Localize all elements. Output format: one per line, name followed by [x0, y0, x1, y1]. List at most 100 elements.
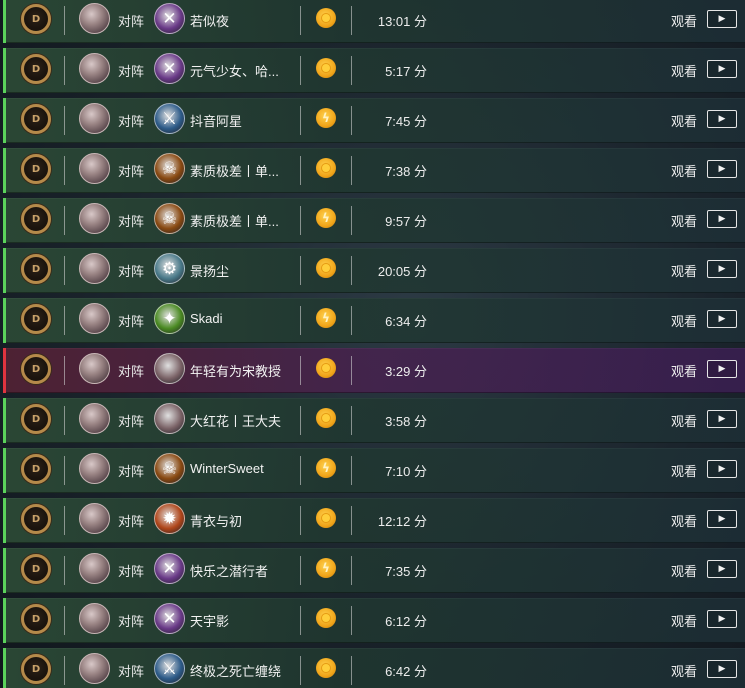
player-avatar	[79, 603, 110, 634]
play-icon: ▶	[718, 314, 726, 324]
play-replay-button[interactable]: ▶	[707, 10, 737, 28]
divider	[64, 656, 65, 685]
match-row: D 对阵 ☠ 素质极差丨单... 7:38 分 观看 ▶	[3, 148, 745, 193]
crossed-blades-icon: ✕	[154, 53, 185, 84]
divider	[300, 656, 301, 685]
play-icon: ▶	[718, 214, 726, 224]
player-avatar	[79, 353, 110, 384]
gold-coin-icon	[316, 8, 336, 28]
rank-badge-icon: D	[21, 4, 51, 34]
play-replay-button[interactable]: ▶	[707, 160, 737, 178]
flame-glyph: ϟ	[322, 111, 330, 125]
match-duration: 7:45 分	[385, 114, 427, 129]
play-replay-button[interactable]: ▶	[707, 610, 737, 628]
hero-glyph: ✕	[162, 8, 177, 28]
watch-link[interactable]: 观看	[671, 211, 697, 230]
flame-coin-icon: ϟ	[316, 458, 336, 478]
play-icon: ▶	[718, 264, 726, 274]
match-row: D 对阵 年轻有为宋教授 3:29 分 观看 ▶	[3, 348, 745, 393]
watch-link[interactable]: 观看	[671, 11, 697, 30]
divider	[351, 256, 352, 285]
divider	[351, 406, 352, 435]
play-replay-button[interactable]: ▶	[707, 60, 737, 78]
gold-coin-icon	[316, 258, 336, 278]
match-row: D 对阵 ⚙ 景扬尘 20:05 分 观看 ▶	[3, 248, 745, 293]
hero-glyph: ☠	[161, 158, 178, 178]
match-row: D 对阵 ✕ 元气少女、哈... 5:17 分 观看 ▶	[3, 48, 745, 93]
player-avatar	[79, 303, 110, 334]
rank-badge-icon: D	[21, 54, 51, 84]
portrait-icon	[154, 353, 185, 384]
versus-label: 对阵	[118, 214, 145, 229]
play-replay-button[interactable]: ▶	[707, 660, 737, 678]
hero-glyph: ✕	[162, 558, 177, 578]
flame-glyph: ϟ	[322, 461, 330, 475]
match-duration: 7:35 分	[385, 564, 427, 579]
coin-center	[322, 264, 330, 272]
watch-link[interactable]: 观看	[671, 661, 697, 680]
hero-glyph: ✹	[162, 508, 177, 528]
play-replay-button[interactable]: ▶	[707, 360, 737, 378]
watch-link[interactable]: 观看	[671, 611, 697, 630]
watch-link[interactable]: 观看	[671, 161, 697, 180]
watch-link[interactable]: 观看	[671, 411, 697, 430]
divider	[351, 506, 352, 535]
player-avatar	[79, 153, 110, 184]
coin-center	[322, 514, 330, 522]
watch-link[interactable]: 观看	[671, 111, 697, 130]
match-row: D 对阵 ☠ WinterSweet ϟ 7:10 分 观看 ▶	[3, 448, 745, 493]
play-replay-button[interactable]: ▶	[707, 560, 737, 578]
play-replay-button[interactable]: ▶	[707, 210, 737, 228]
opponent-name: 素质极差丨单...	[190, 214, 279, 229]
player-avatar	[79, 553, 110, 584]
opponent-name: Skadi	[190, 311, 223, 326]
divider	[351, 456, 352, 485]
divider	[351, 306, 352, 335]
divider	[351, 6, 352, 35]
versus-label: 对阵	[118, 364, 145, 379]
player-avatar	[79, 103, 110, 134]
gold-coin-icon	[316, 508, 336, 528]
flame-glyph: ϟ	[322, 211, 330, 225]
player-avatar	[79, 53, 110, 84]
divider	[64, 606, 65, 635]
match-duration: 9:57 分	[385, 214, 427, 229]
opponent-name: 抖音阿星	[190, 114, 243, 129]
play-replay-button[interactable]: ▶	[707, 460, 737, 478]
divider	[64, 456, 65, 485]
watch-link[interactable]: 观看	[671, 261, 697, 280]
watch-link[interactable]: 观看	[671, 311, 697, 330]
coin-center	[322, 414, 330, 422]
player-avatar	[79, 203, 110, 234]
play-replay-button[interactable]: ▶	[707, 310, 737, 328]
divider	[351, 606, 352, 635]
divider	[300, 556, 301, 585]
play-replay-button[interactable]: ▶	[707, 410, 737, 428]
watch-link[interactable]: 观看	[671, 461, 697, 480]
play-replay-button[interactable]: ▶	[707, 260, 737, 278]
flame-coin-icon: ϟ	[316, 208, 336, 228]
opponent-name: 若似夜	[190, 14, 230, 29]
match-duration: 6:34 分	[385, 314, 427, 329]
divider	[64, 6, 65, 35]
match-row: D 对阵 ✕ 快乐之潜行者 ϟ 7:35 分 观看 ▶	[3, 548, 745, 593]
coin-center	[322, 64, 330, 72]
versus-label: 对阵	[118, 514, 145, 529]
watch-link[interactable]: 观看	[671, 61, 697, 80]
watch-link[interactable]: 观看	[671, 511, 697, 530]
rank-badge-icon: D	[21, 654, 51, 684]
gold-coin-icon	[316, 608, 336, 628]
watch-link[interactable]: 观看	[671, 561, 697, 580]
rank-badge-icon: D	[21, 304, 51, 334]
rank-badge-icon: D	[21, 254, 51, 284]
play-icon: ▶	[718, 364, 726, 374]
play-replay-button[interactable]: ▶	[707, 110, 737, 128]
versus-label: 对阵	[118, 264, 145, 279]
fire-icon: ✹	[154, 503, 185, 534]
watch-link[interactable]: 观看	[671, 361, 697, 380]
versus-label: 对阵	[118, 614, 145, 629]
divider	[351, 56, 352, 85]
play-replay-button[interactable]: ▶	[707, 510, 737, 528]
hero-glyph: ✦	[162, 308, 177, 328]
divider	[300, 456, 301, 485]
